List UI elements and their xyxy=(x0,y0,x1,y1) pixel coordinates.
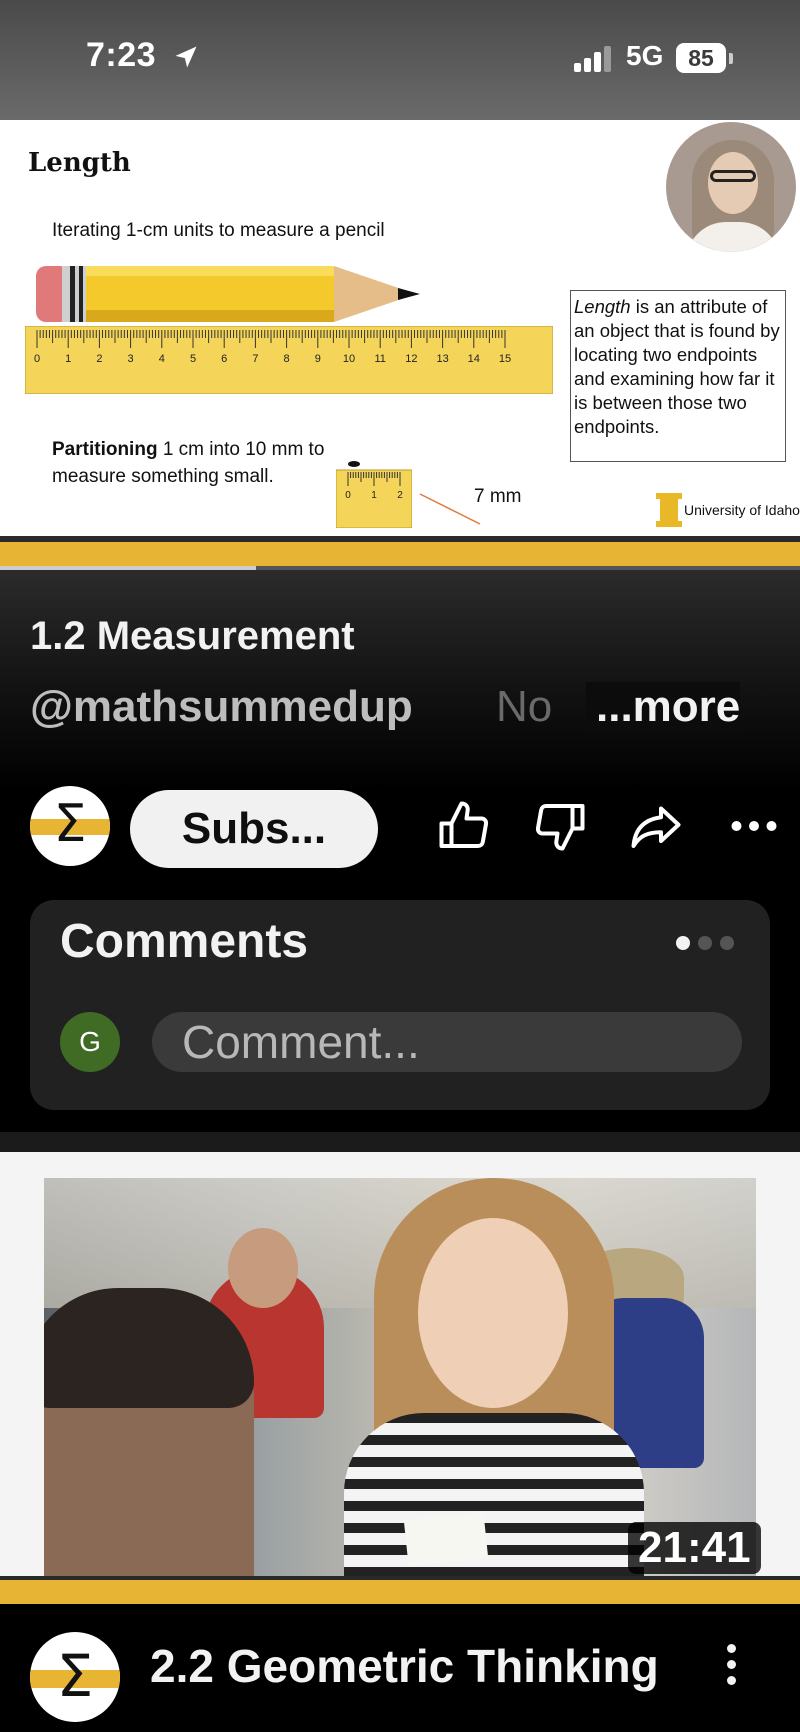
video-title[interactable]: 1.2 Measurement xyxy=(30,614,355,659)
section-divider xyxy=(0,1132,800,1152)
ruler-tick-label: 0 xyxy=(345,490,351,501)
comment-input[interactable]: Comment... xyxy=(152,1012,742,1072)
ruler-tick-label: 0 xyxy=(34,353,40,365)
slide-subtitle-iterating: Iterating 1-cm units to measure a pencil xyxy=(52,220,385,241)
ruler-tick-label: 2 xyxy=(397,490,403,501)
video-duration-badge: 21:41 xyxy=(628,1522,761,1574)
ruler-tick-label: 5 xyxy=(190,353,196,365)
next-video-thumbnail[interactable]: 21:41 xyxy=(0,1152,800,1604)
next-channel-avatar[interactable]: Σ xyxy=(30,1632,120,1722)
ruler-tick-label: 11 xyxy=(374,353,385,365)
classroom-photo xyxy=(44,1178,756,1576)
ruler-tick-label: 12 xyxy=(405,353,417,365)
measure-label: 7 mm xyxy=(474,486,522,507)
network-label: 5G xyxy=(626,40,664,71)
presenter-webcam xyxy=(664,120,798,254)
university-logo-text: University of Idaho xyxy=(684,502,800,518)
thumbs-up-icon[interactable] xyxy=(434,796,494,856)
more-horizontal-icon[interactable] xyxy=(724,796,784,856)
definition-term: Length xyxy=(574,296,631,317)
description-row[interactable]: @mathsummedup No ...more xyxy=(30,682,790,742)
small-ruler-illustration: 0 1 2 xyxy=(336,461,412,528)
ruler-tick-label: 4 xyxy=(159,353,165,365)
location-arrow-icon xyxy=(175,46,197,68)
ruler-tick-label: 8 xyxy=(284,353,290,365)
comments-card[interactable]: Comments G Comment... xyxy=(30,900,770,1110)
ruler-tick-label: 7 xyxy=(252,353,258,365)
status-time: 7:23 xyxy=(86,36,157,74)
pencil-illustration xyxy=(36,266,420,322)
definition-text: is an attribute of an object that is fou… xyxy=(574,296,780,437)
slide-footer-bar xyxy=(0,536,800,570)
university-logo: University of Idaho xyxy=(656,492,800,528)
slide-title: Length xyxy=(28,148,131,178)
action-row: Σ Subs... xyxy=(0,780,800,870)
thumbs-down-icon[interactable] xyxy=(530,796,590,856)
share-icon[interactable] xyxy=(626,796,686,856)
ruler-tick-label: 3 xyxy=(128,353,134,365)
next-video-info[interactable]: Σ 2.2 Geometric Thinking xyxy=(0,1604,800,1732)
partition-bold: Partitioning xyxy=(52,439,158,460)
ruler-illustration: 0 1 2 3 4 5 6 7 8 9 10 11 12 13 14 15 xyxy=(25,326,553,394)
signal-icon xyxy=(574,44,614,72)
ruler-tick-label: 1 xyxy=(65,353,71,365)
idaho-mark-icon xyxy=(656,493,682,527)
channel-handle[interactable]: @mathsummedup xyxy=(30,682,413,732)
ruler-tick-label: 15 xyxy=(499,353,511,365)
ruler-tick-label: 1 xyxy=(371,490,377,501)
description-fragment: No xyxy=(496,682,553,731)
user-avatar: G xyxy=(60,1012,120,1072)
more-link[interactable]: ...more xyxy=(586,682,741,732)
definition-box: Length is an attribute of an object that… xyxy=(570,290,786,462)
next-video-title[interactable]: 2.2 Geometric Thinking xyxy=(150,1638,690,1694)
sigma-icon: Σ xyxy=(56,1642,94,1710)
subscribe-button[interactable]: Subs... xyxy=(130,790,378,868)
more-vertical-icon[interactable] xyxy=(716,1644,746,1694)
slide-subtitle-partition: Partitioning 1 cm into 10 mm to measure … xyxy=(52,436,342,490)
ruler-tick-label: 14 xyxy=(468,353,480,365)
ruler-tick-label: 10 xyxy=(343,353,355,365)
channel-avatar[interactable]: Σ xyxy=(30,786,110,866)
battery-tip xyxy=(729,53,733,64)
video-player[interactable]: Length Iterating 1-cm units to measure a… xyxy=(0,120,800,570)
comments-title: Comments xyxy=(60,915,309,968)
ruler-tick-label: 6 xyxy=(221,353,227,365)
ruler-tick-label: 2 xyxy=(96,353,102,365)
thumbnail-footer-bar xyxy=(0,1576,800,1604)
comments-pager-dots xyxy=(676,936,734,950)
ruler-tick-label: 13 xyxy=(436,353,448,365)
status-bar: 7:23 5G 85 xyxy=(0,0,800,120)
sigma-icon: Σ xyxy=(53,794,87,854)
ruler-tick-label: 9 xyxy=(315,353,321,365)
video-info-panel: 1.2 Measurement @mathsummedup No ...more… xyxy=(0,570,800,1130)
battery-icon: 85 xyxy=(676,43,726,73)
